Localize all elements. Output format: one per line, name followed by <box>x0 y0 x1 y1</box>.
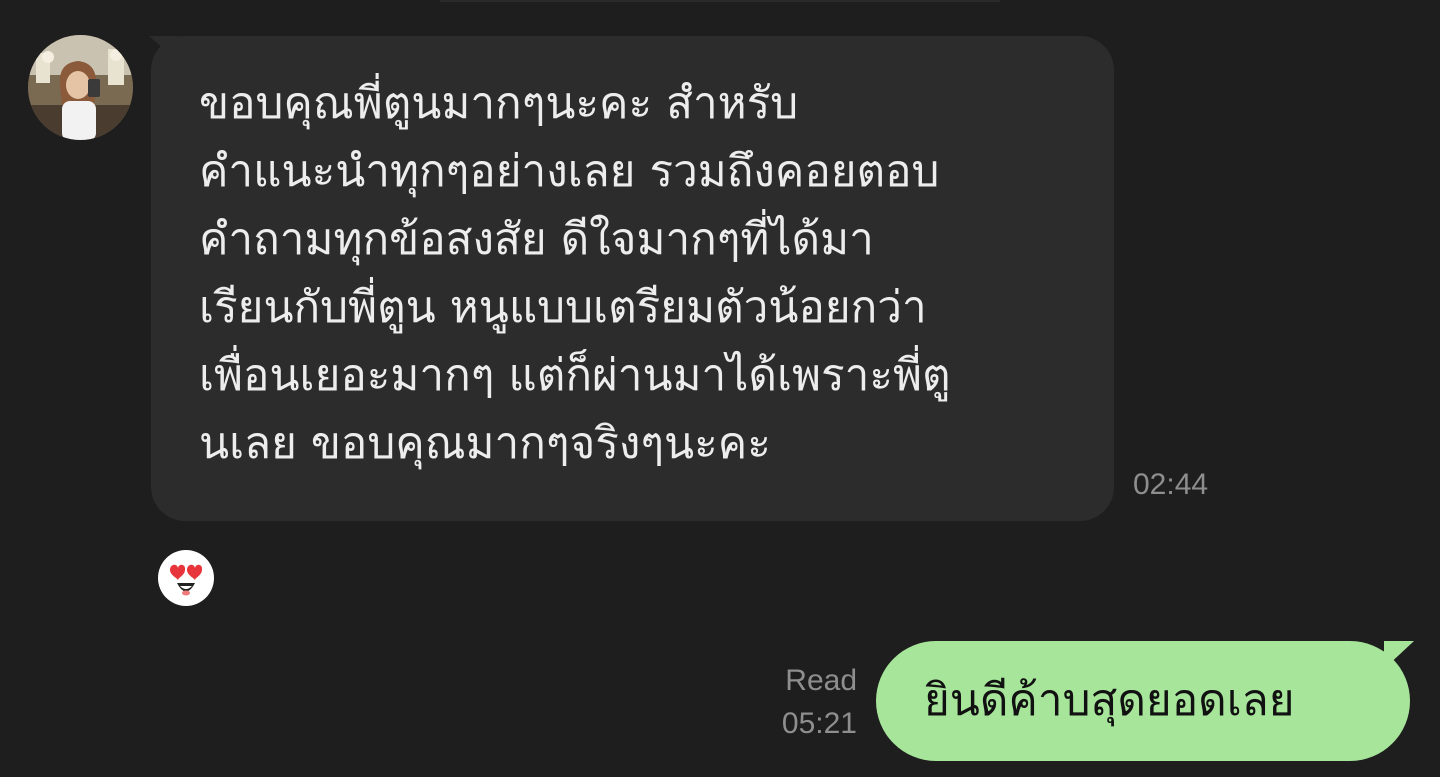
incoming-message-time: 02:44 <box>1133 468 1209 501</box>
incoming-message-bubble[interactable]: ขอบคุณพี่ตูนมากๆนะคะ สำหรับ คำแนะนำทุกๆอ… <box>149 36 1114 521</box>
contact-avatar-icon[interactable] <box>28 35 133 140</box>
outgoing-message-time: 05:21 <box>781 707 857 740</box>
incoming-message-text: ขอบคุณพี่ตูนมากๆนะคะ สำหรับ คำแนะนำทุกๆอ… <box>199 78 951 469</box>
incoming-bubble-tail <box>149 36 179 62</box>
chat-conversation: ขอบคุณพี่ตูนมากๆนะคะ สำหรับ คำแนะนำทุกๆอ… <box>0 0 1440 777</box>
outgoing-message-text: ยินดีค้าบสุดยอดเลย <box>924 675 1295 726</box>
heart-eyes-emoji-icon[interactable] <box>158 550 214 606</box>
read-receipt-label: Read <box>785 664 857 697</box>
outgoing-bubble-tail <box>1384 641 1414 669</box>
top-divider <box>440 0 1000 2</box>
outgoing-message-bubble[interactable]: ยินดีค้าบสุดยอดเลย <box>876 641 1414 761</box>
